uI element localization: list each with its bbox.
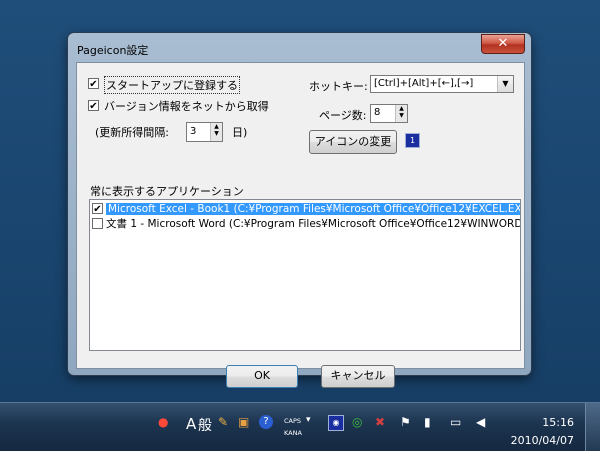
settings-window: Pageicon設定 ✕ ✔ スタートアップに登録する ✔ バージョン情報をネッ… (68, 33, 531, 388)
clock-time[interactable]: 15:16 (542, 416, 574, 429)
spin-down-icon[interactable]: ▼ (214, 130, 219, 137)
clock-date[interactable]: 2010/04/07 (511, 434, 574, 447)
window-title: Pageicon設定 (77, 44, 149, 57)
pages-spin-buttons[interactable]: ▲ ▼ (395, 105, 407, 122)
help-icon[interactable]: ? (259, 415, 273, 429)
app-checkbox[interactable]: ✔ (92, 202, 103, 215)
hotkey-label: ホットキー: (309, 80, 368, 93)
hotkey-select[interactable]: [Ctrl]+[Alt]+[←],[→] ▼ (370, 75, 514, 93)
apps-header: 常に表示するアプリケーション (90, 185, 244, 198)
spin-up-icon[interactable]: ▲ (399, 105, 404, 112)
interval-value: 3 (190, 126, 197, 137)
spin-down-icon[interactable]: ▼ (399, 112, 404, 119)
ime-pad-icon[interactable]: ▣ (238, 415, 249, 429)
caps-indicator: CAPS (284, 417, 302, 425)
device-icon[interactable]: ▮ (424, 415, 431, 429)
ok-button[interactable]: OK (226, 365, 298, 388)
ime-mode-kanji[interactable]: 般 (198, 415, 212, 435)
chevron-down-icon[interactable]: ▼ (497, 76, 513, 92)
interval-spin-buttons[interactable]: ▲ ▼ (210, 123, 222, 141)
version-net-checkbox[interactable]: ✔ (88, 100, 99, 112)
app-checkbox[interactable] (92, 217, 103, 229)
pageicon-tray-icon[interactable]: ◉ (328, 415, 344, 431)
startup-label[interactable]: スタートアップに登録する (104, 76, 240, 94)
ime-mode-a[interactable]: A (186, 415, 196, 433)
cancel-button[interactable]: キャンセル (321, 365, 395, 388)
interval-suffix: 日) (232, 126, 248, 139)
hotkey-value: [Ctrl]+[Alt]+[←],[→] (374, 78, 474, 89)
interval-prefix: (更新所得間隔: (95, 126, 169, 139)
apps-list[interactable]: ✔ Microsoft Excel - Book1 (C:¥Program Fil… (89, 199, 521, 351)
dialog-client-area: ✔ スタートアップに登録する ✔ バージョン情報をネットから取得 (更新所得間隔… (76, 62, 525, 388)
startup-checkbox[interactable]: ✔ (88, 78, 99, 90)
show-desktop-button[interactable] (585, 403, 600, 451)
flag-icon[interactable]: ⚑ (400, 415, 411, 429)
pages-value: 8 (374, 107, 381, 118)
ime-tools-icon[interactable]: ✎ (218, 415, 228, 429)
spin-up-icon[interactable]: ▲ (214, 123, 219, 130)
app-label: 文書 1 - Microsoft Word (C:¥Program Files¥… (106, 218, 521, 230)
change-icon-button[interactable]: アイコンの変更 (309, 130, 397, 154)
title-bar[interactable]: Pageicon設定 ✕ (68, 33, 531, 61)
alert-icon[interactable]: ● (158, 415, 168, 429)
power-icon[interactable]: ▭ (450, 415, 461, 429)
volume-icon[interactable]: ◀ (476, 415, 485, 429)
version-net-label[interactable]: バージョン情報をネットから取得 (104, 98, 269, 114)
pages-stepper[interactable]: 8 ▲ ▼ (370, 104, 408, 123)
network-error-icon[interactable]: ✖ (375, 415, 385, 429)
ime-options-icon[interactable]: ▾ (306, 415, 311, 425)
pages-label: ページ数: (319, 109, 367, 122)
list-item[interactable]: 文書 1 - Microsoft Word (C:¥Program Files¥… (92, 217, 521, 231)
interval-stepper[interactable]: 3 ▲ ▼ (186, 122, 223, 142)
kana-indicator: KANA (284, 429, 302, 437)
close-button[interactable]: ✕ (481, 34, 525, 54)
page-number-icon: 1 (405, 133, 420, 148)
app-label: Microsoft Excel - Book1 (C:¥Program File… (106, 203, 520, 215)
list-item[interactable]: ✔ Microsoft Excel - Book1 (C:¥Program Fil… (92, 202, 520, 216)
chrome-icon[interactable]: ◎ (352, 415, 362, 429)
taskbar: ● A 般 ✎ ▣ ? CAPS KANA ▾ ◉ ◎ ✖ ⚑ ▮ ▭ ◀ 15… (0, 402, 600, 451)
